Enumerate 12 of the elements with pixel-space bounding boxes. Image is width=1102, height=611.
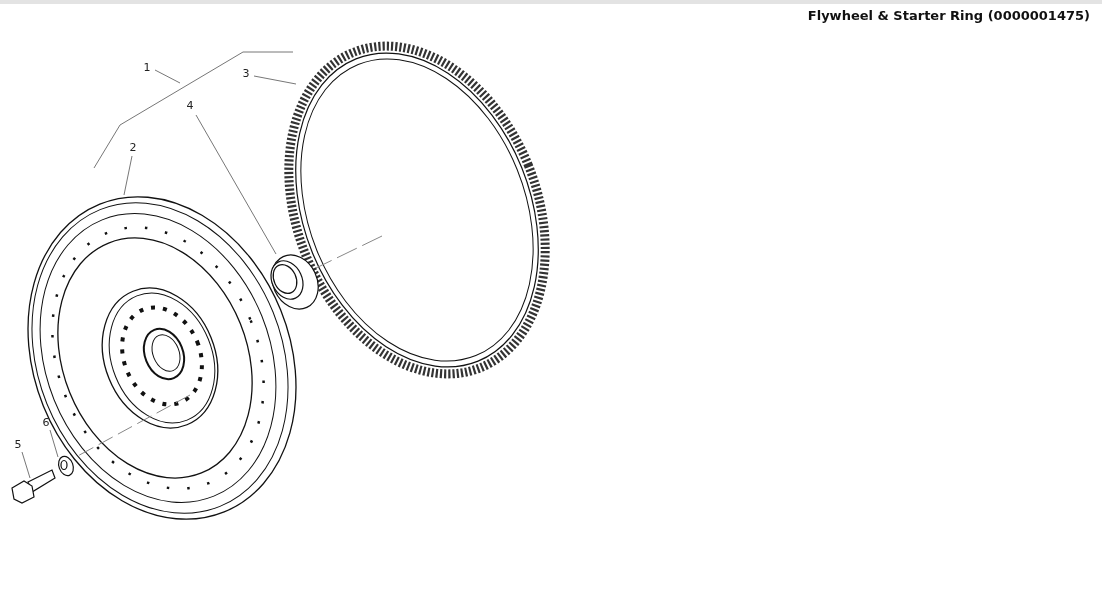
leader-line [253,75,297,85]
leader-line [21,451,31,479]
diagram-title: Flywheel & Starter Ring (0000001475) [807,8,1090,25]
leader-line [154,69,181,84]
callout-number: 2 [129,141,137,154]
callout-number: 3 [242,67,250,80]
leader-line [49,429,59,458]
callout-number: 5 [14,438,22,451]
callout-number: 4 [186,99,194,112]
leader-line [123,155,133,196]
callout-number: 6 [42,416,50,429]
callout-number: 1 [143,61,151,74]
